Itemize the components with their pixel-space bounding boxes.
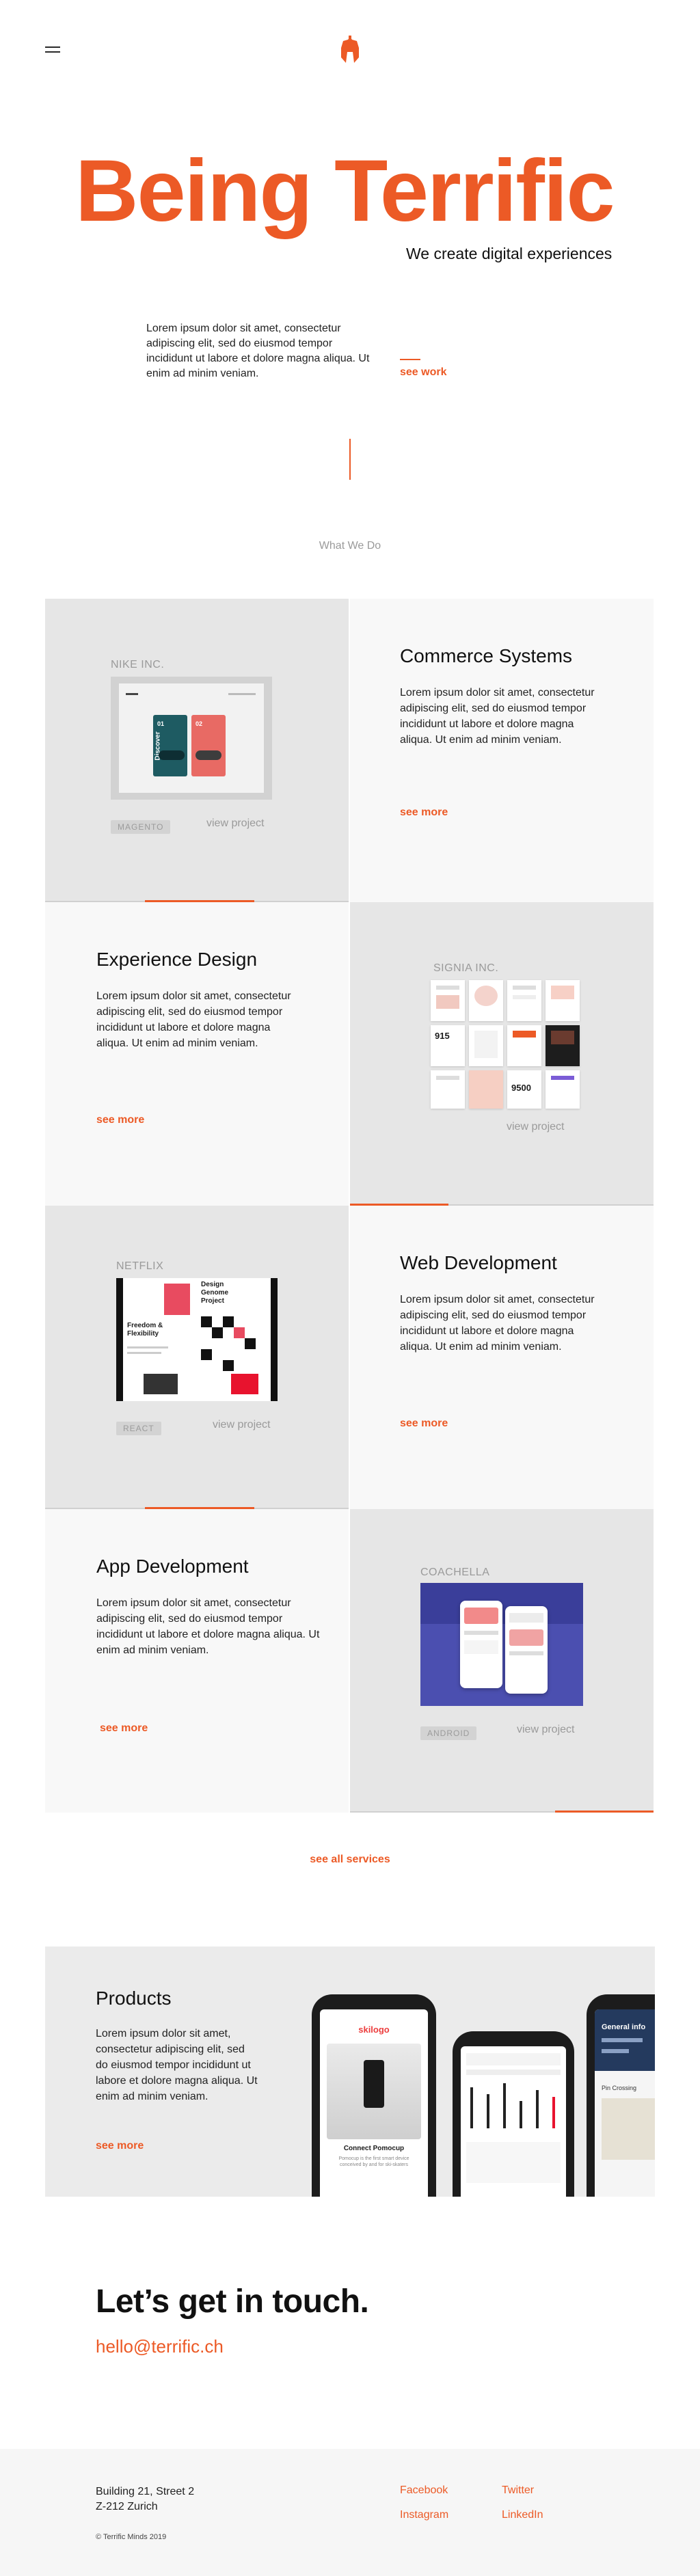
service-title: Experience Design [96,949,258,970]
product-phone-skilogo: skilogo Connect Pomocup Pomocup is the f… [312,1994,436,2197]
tech-tag: REACT [116,1422,161,1435]
see-work-link[interactable]: see work [400,366,446,379]
see-more-link[interactable]: see more [100,1722,148,1735]
card-number: 01 [157,720,165,727]
service-title: Web Development [400,1252,557,1273]
hero-subtitle: We create digital experiences [406,245,612,262]
link-dash [400,359,420,360]
view-project-link[interactable]: view project [206,817,264,830]
see-all-services-link[interactable]: see all services [0,1854,700,1866]
twitter-link[interactable]: Twitter [502,2484,534,2497]
app-brand: skilogo [358,2024,390,2035]
mockup-heading: Freedom & Flexibility [127,1322,163,1338]
see-more-link[interactable]: see more [400,806,448,819]
stat-value: 9500 [511,1083,531,1093]
scroll-indicator [349,439,351,480]
service-cell-experience: Experience Design Lorem ipsum dolor sit … [45,902,349,1206]
view-project-link[interactable]: view project [517,1724,574,1736]
hamburger-menu-button[interactable] [45,45,60,55]
project-client: NETFLIX [116,1260,164,1272]
project-client: COACHELLA [420,1567,490,1578]
footer-copyright: © Terrific Minds 2019 [96,2533,167,2541]
service-cell-app: App Development Lorem ipsum dolor sit am… [45,1509,349,1813]
coachella-project-image [420,1583,583,1706]
service-title: Commerce Systems [400,645,573,666]
service-text: Lorem ipsum dolor sit amet, consectetur … [96,990,291,1049]
service-text: Lorem ipsum dolor sit amet, consectetur … [400,1294,595,1353]
signia-project-image: 915 9500 [431,980,580,1109]
contact-email-link[interactable]: hello@terrific.ch [96,2336,224,2357]
hamburger-icon [45,46,60,48]
hero-title: Being Terrific [75,142,615,240]
footer-address: Building 21, Street 2 Z-212 Zurich [96,2484,194,2514]
product-phone-info: General info Pin Crossing [587,1994,655,2197]
app-caption: Connect Pomocup [343,2145,405,2152]
netflix-project-image: Freedom & Flexibility Design Genome Proj… [116,1278,278,1401]
footer: Building 21, Street 2 Z-212 Zurich © Ter… [0,2449,700,2576]
address-line-1: Building 21, Street 2 [96,2486,195,2497]
see-more-link[interactable]: see more [96,1114,144,1126]
card-number: 02 [196,720,203,727]
products-section: Products Lorem ipsum dolor sit amet, con… [45,1947,655,2197]
nike-project-image: 01 Discover 02 [111,677,272,800]
view-project-link[interactable]: view project [213,1419,270,1431]
facebook-link[interactable]: Facebook [400,2484,448,2497]
app-body: Pomocup is the first smart device concei… [338,2156,409,2167]
see-more-link[interactable]: see more [96,2140,144,2152]
service-text: Lorem ipsum dolor sit amet, consectetur … [96,1597,320,1656]
spartan-helmet-logo[interactable] [339,36,361,66]
see-more-link[interactable]: see more [400,1418,448,1430]
project-client: NIKE INC. [111,659,165,670]
stat-value: 915 [435,1031,450,1041]
project-cell-signia: SIGNIA INC. 915 9500 view project [350,902,654,1206]
tech-tag: ANDROID [420,1726,477,1740]
hero-text: Lorem ipsum dolor sit amet, consectetur … [146,323,370,379]
linkedin-link[interactable]: LinkedIn [502,2509,543,2521]
project-cell-netflix: NETFLIX Freedom & Flexibility Design Gen… [45,1206,349,1509]
project-client: SIGNIA INC. [433,962,499,974]
product-phone-charts [453,2031,574,2197]
cell-accent-line [555,1811,654,1813]
service-title: App Development [96,1556,249,1577]
project-cell-nike: NIKE INC. 01 Discover 02 MAGENTO view pr… [45,599,349,902]
mockup-heading: Design Genome Project [201,1281,229,1305]
address-line-2: Z-212 Zurich [96,2501,158,2512]
app-row: Pin Crossing [602,2085,637,2091]
products-title: Products [96,1988,172,2009]
view-project-link[interactable]: view project [507,1121,564,1133]
section-label: What We Do [319,540,381,552]
products-text: Lorem ipsum dolor sit amet, consectetur … [96,2028,258,2102]
service-cell-commerce: Commerce Systems Lorem ipsum dolor sit a… [350,599,654,902]
contact-title: Let’s get in touch. [96,2283,369,2320]
service-cell-web: Web Development Lorem ipsum dolor sit am… [350,1206,654,1509]
app-heading: General info [602,2023,646,2031]
tech-tag: MAGENTO [111,820,171,834]
service-text: Lorem ipsum dolor sit amet, consectetur … [400,687,595,746]
instagram-link[interactable]: Instagram [400,2509,448,2521]
project-cell-coachella: COACHELLA ANDROID view project [350,1509,654,1813]
